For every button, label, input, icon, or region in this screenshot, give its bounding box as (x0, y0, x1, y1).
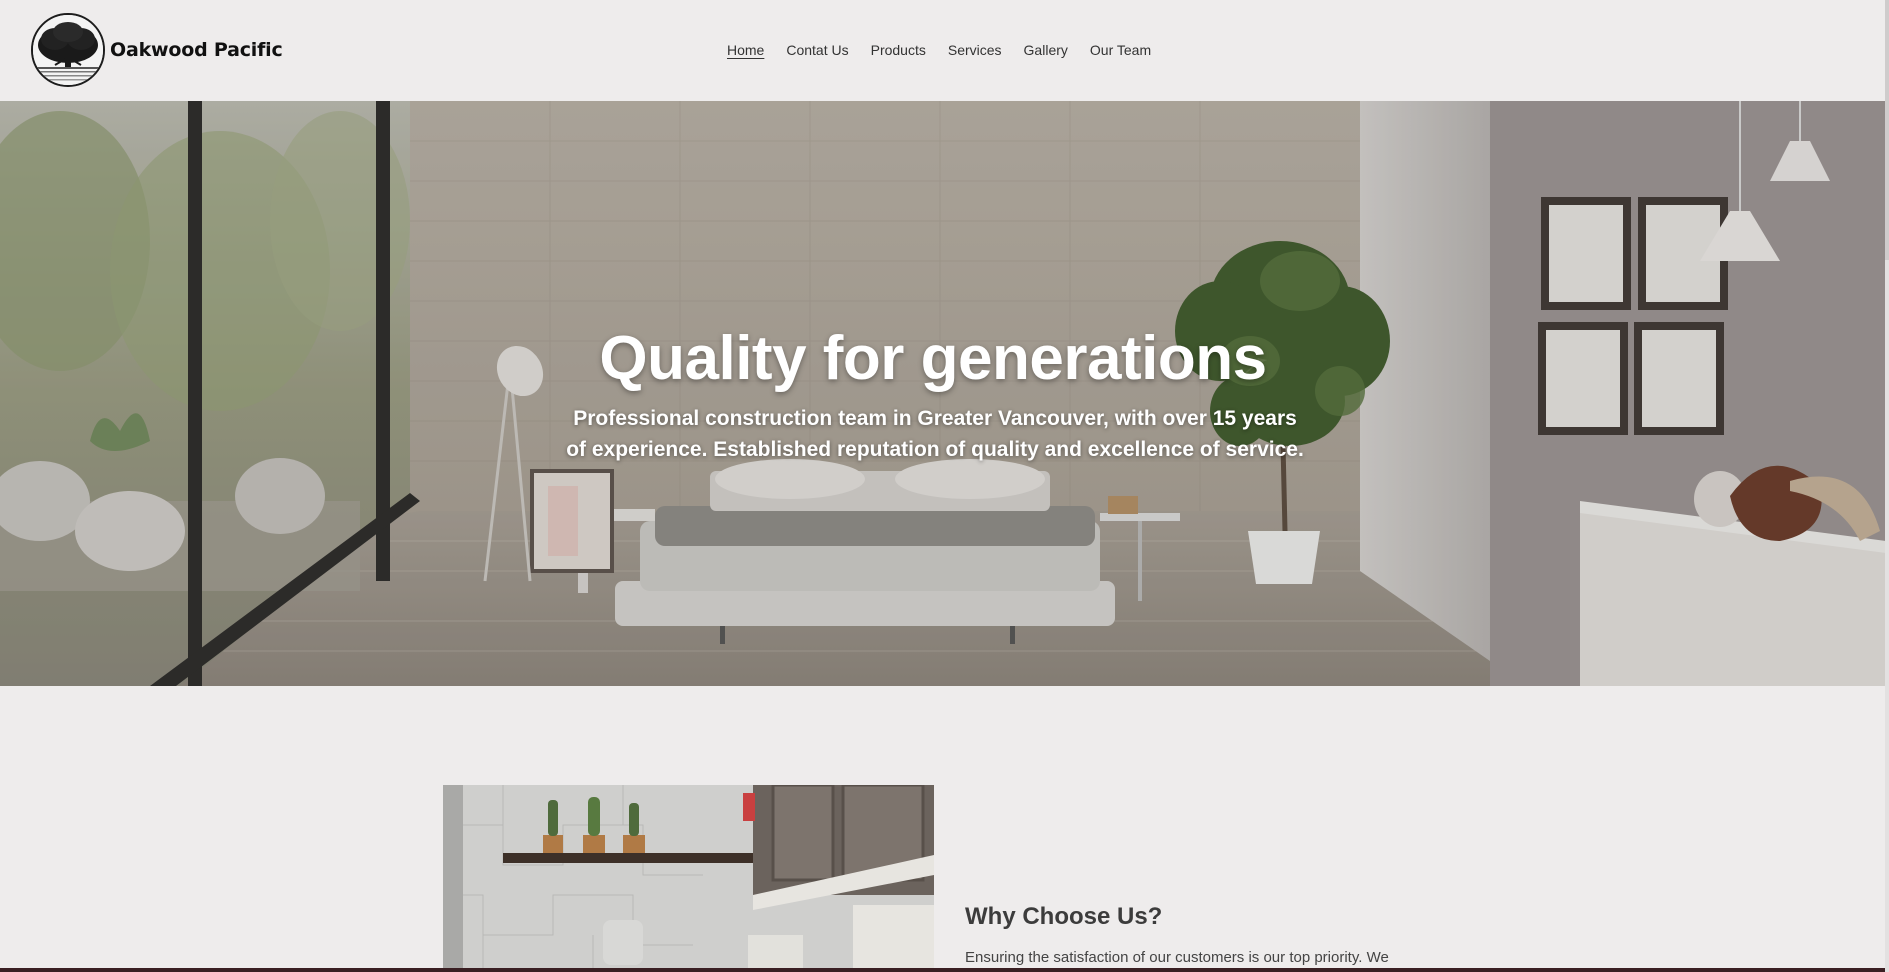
brand-name: Oakwood Pacific (110, 39, 283, 61)
main-nav: Home Contat Us Products Services Gallery… (727, 41, 1151, 59)
why-choose-us-text: Ensuring the satisfaction of our custome… (965, 949, 1389, 966)
page: Oakwood Pacific Home Contat Us Products … (0, 0, 1889, 972)
hero-title: Quality for generations (599, 324, 1267, 393)
scrollbar-thumb[interactable] (1885, 0, 1889, 260)
hero-subtitle: Professional construction team in Greate… (555, 403, 1315, 465)
nav-item-our-team[interactable]: Our Team (1090, 41, 1151, 59)
page-scrollbar[interactable] (1885, 0, 1889, 972)
hero-subtitle-line-1: Professional construction team in Greate… (573, 407, 1297, 430)
site-header: Oakwood Pacific Home Contat Us Products … (0, 0, 1889, 101)
why-choose-us-heading: Why Choose Us? (965, 903, 1163, 930)
brand-logo[interactable]: Oakwood Pacific (31, 13, 283, 87)
kitchen-image (443, 785, 934, 972)
bottom-strip (0, 968, 1889, 972)
hero-subtitle-line-2: of experience. Established reputation of… (566, 438, 1304, 461)
nav-item-home[interactable]: Home (727, 41, 764, 59)
nav-item-services[interactable]: Services (948, 41, 1002, 59)
nav-item-products[interactable]: Products (871, 41, 926, 59)
nav-item-gallery[interactable]: Gallery (1024, 41, 1068, 59)
hero-banner: Quality for generations Professional con… (0, 101, 1886, 686)
nav-item-contact-us[interactable]: Contat Us (786, 41, 848, 59)
oak-tree-logo-icon (31, 13, 105, 87)
